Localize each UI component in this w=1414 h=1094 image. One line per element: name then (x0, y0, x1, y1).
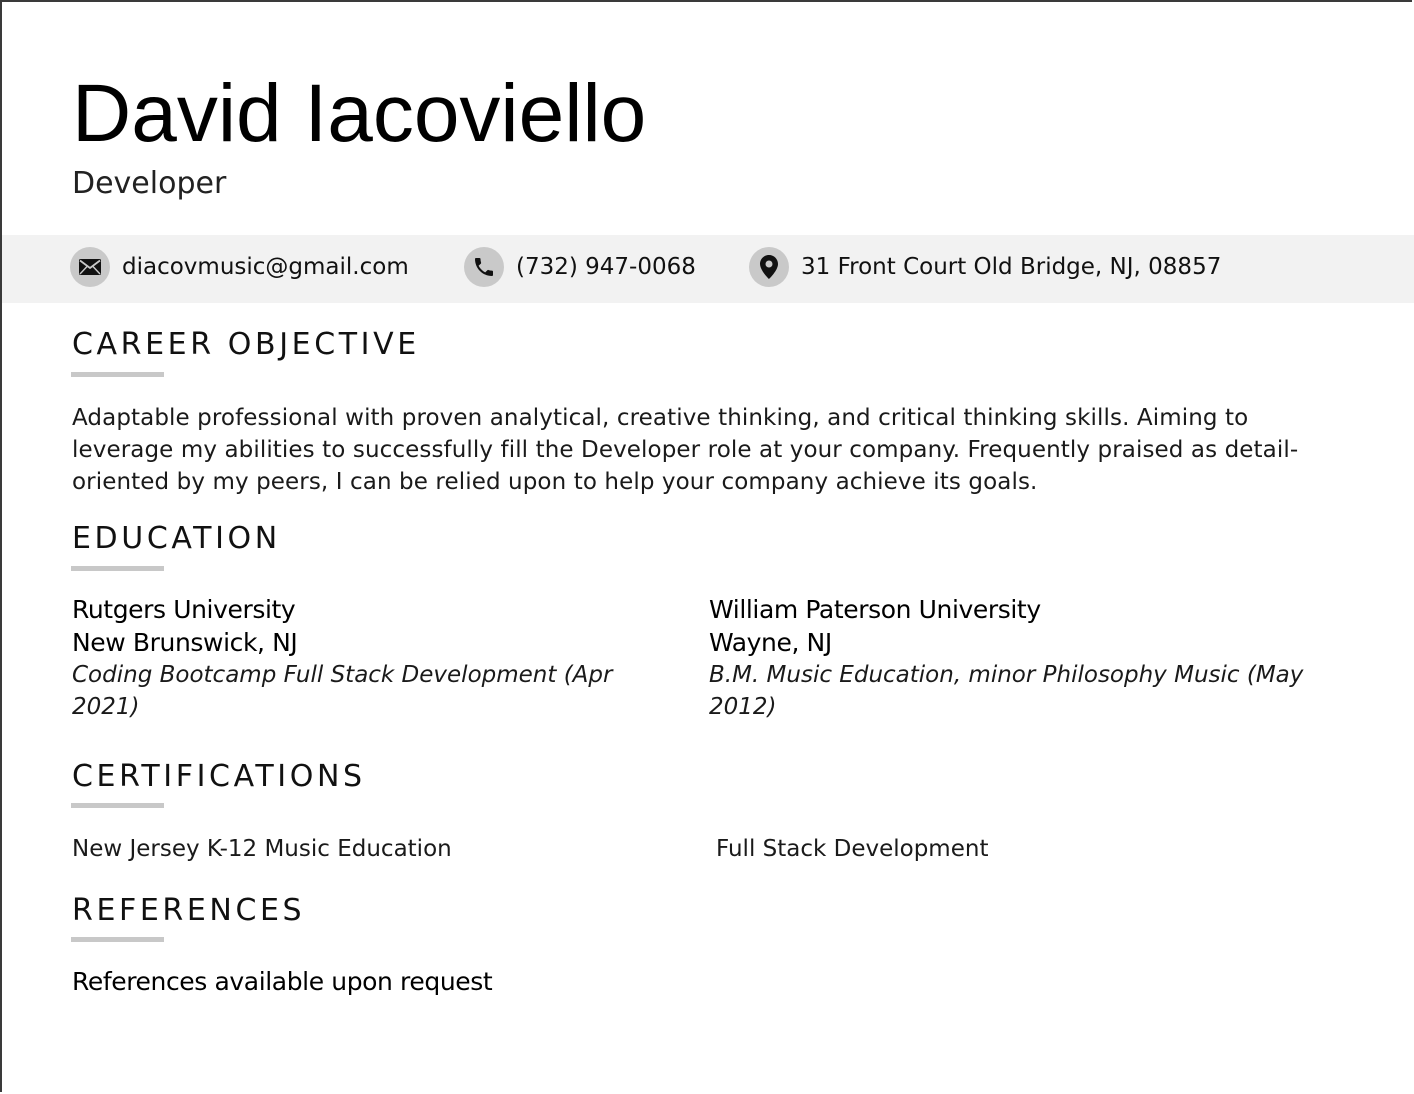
school-name: Rutgers University (72, 595, 296, 624)
person-name: David Iacoviello (72, 68, 647, 159)
certification-item: New Jersey K-12 Music Education (72, 836, 452, 862)
references-rule (71, 937, 164, 942)
school-location: New Brunswick, NJ (72, 628, 298, 657)
address-text: 31 Front Court Old Bridge, NJ, 08857 (801, 254, 1222, 280)
job-title: Developer (72, 166, 227, 201)
career-objective-text: Adaptable professional with proven analy… (72, 405, 1299, 495)
envelope-icon (70, 247, 110, 287)
education-rule (71, 566, 164, 571)
email-text: diacovmusic@gmail.com (122, 254, 409, 280)
references-heading: REFERENCES (72, 893, 306, 928)
references-text: References available upon request (72, 967, 493, 996)
phone-icon (464, 247, 504, 287)
contact-address[interactable]: 31 Front Court Old Bridge, NJ, 08857 (749, 246, 1221, 288)
education-entry: Rutgers University New Brunswick, NJ Cod… (72, 593, 672, 723)
contact-phone[interactable]: (732) 947-0068 (464, 246, 696, 288)
career-objective-rule (71, 372, 164, 377)
education-entry: William Paterson University Wayne, NJ B.… (709, 593, 1349, 723)
contact-email[interactable]: diacovmusic@gmail.com (70, 246, 409, 288)
map-pin-icon (749, 247, 789, 287)
degree: B.M. Music Education, minor Philosophy M… (709, 662, 1304, 720)
certification-item: Full Stack Development (716, 836, 989, 862)
career-objective-heading: CAREER OBJECTIVE (72, 327, 420, 362)
contact-bar: diacovmusic@gmail.com (732) 947-0068 31 … (2, 235, 1414, 303)
school-location: Wayne, NJ (709, 628, 832, 657)
education-heading: EDUCATION (72, 521, 281, 556)
certifications-heading: CERTIFICATIONS (72, 759, 366, 794)
phone-text: (732) 947-0068 (516, 254, 696, 280)
certifications-rule (71, 803, 164, 808)
degree: Coding Bootcamp Full Stack Development (… (72, 662, 613, 720)
school-name: William Paterson University (709, 595, 1041, 624)
